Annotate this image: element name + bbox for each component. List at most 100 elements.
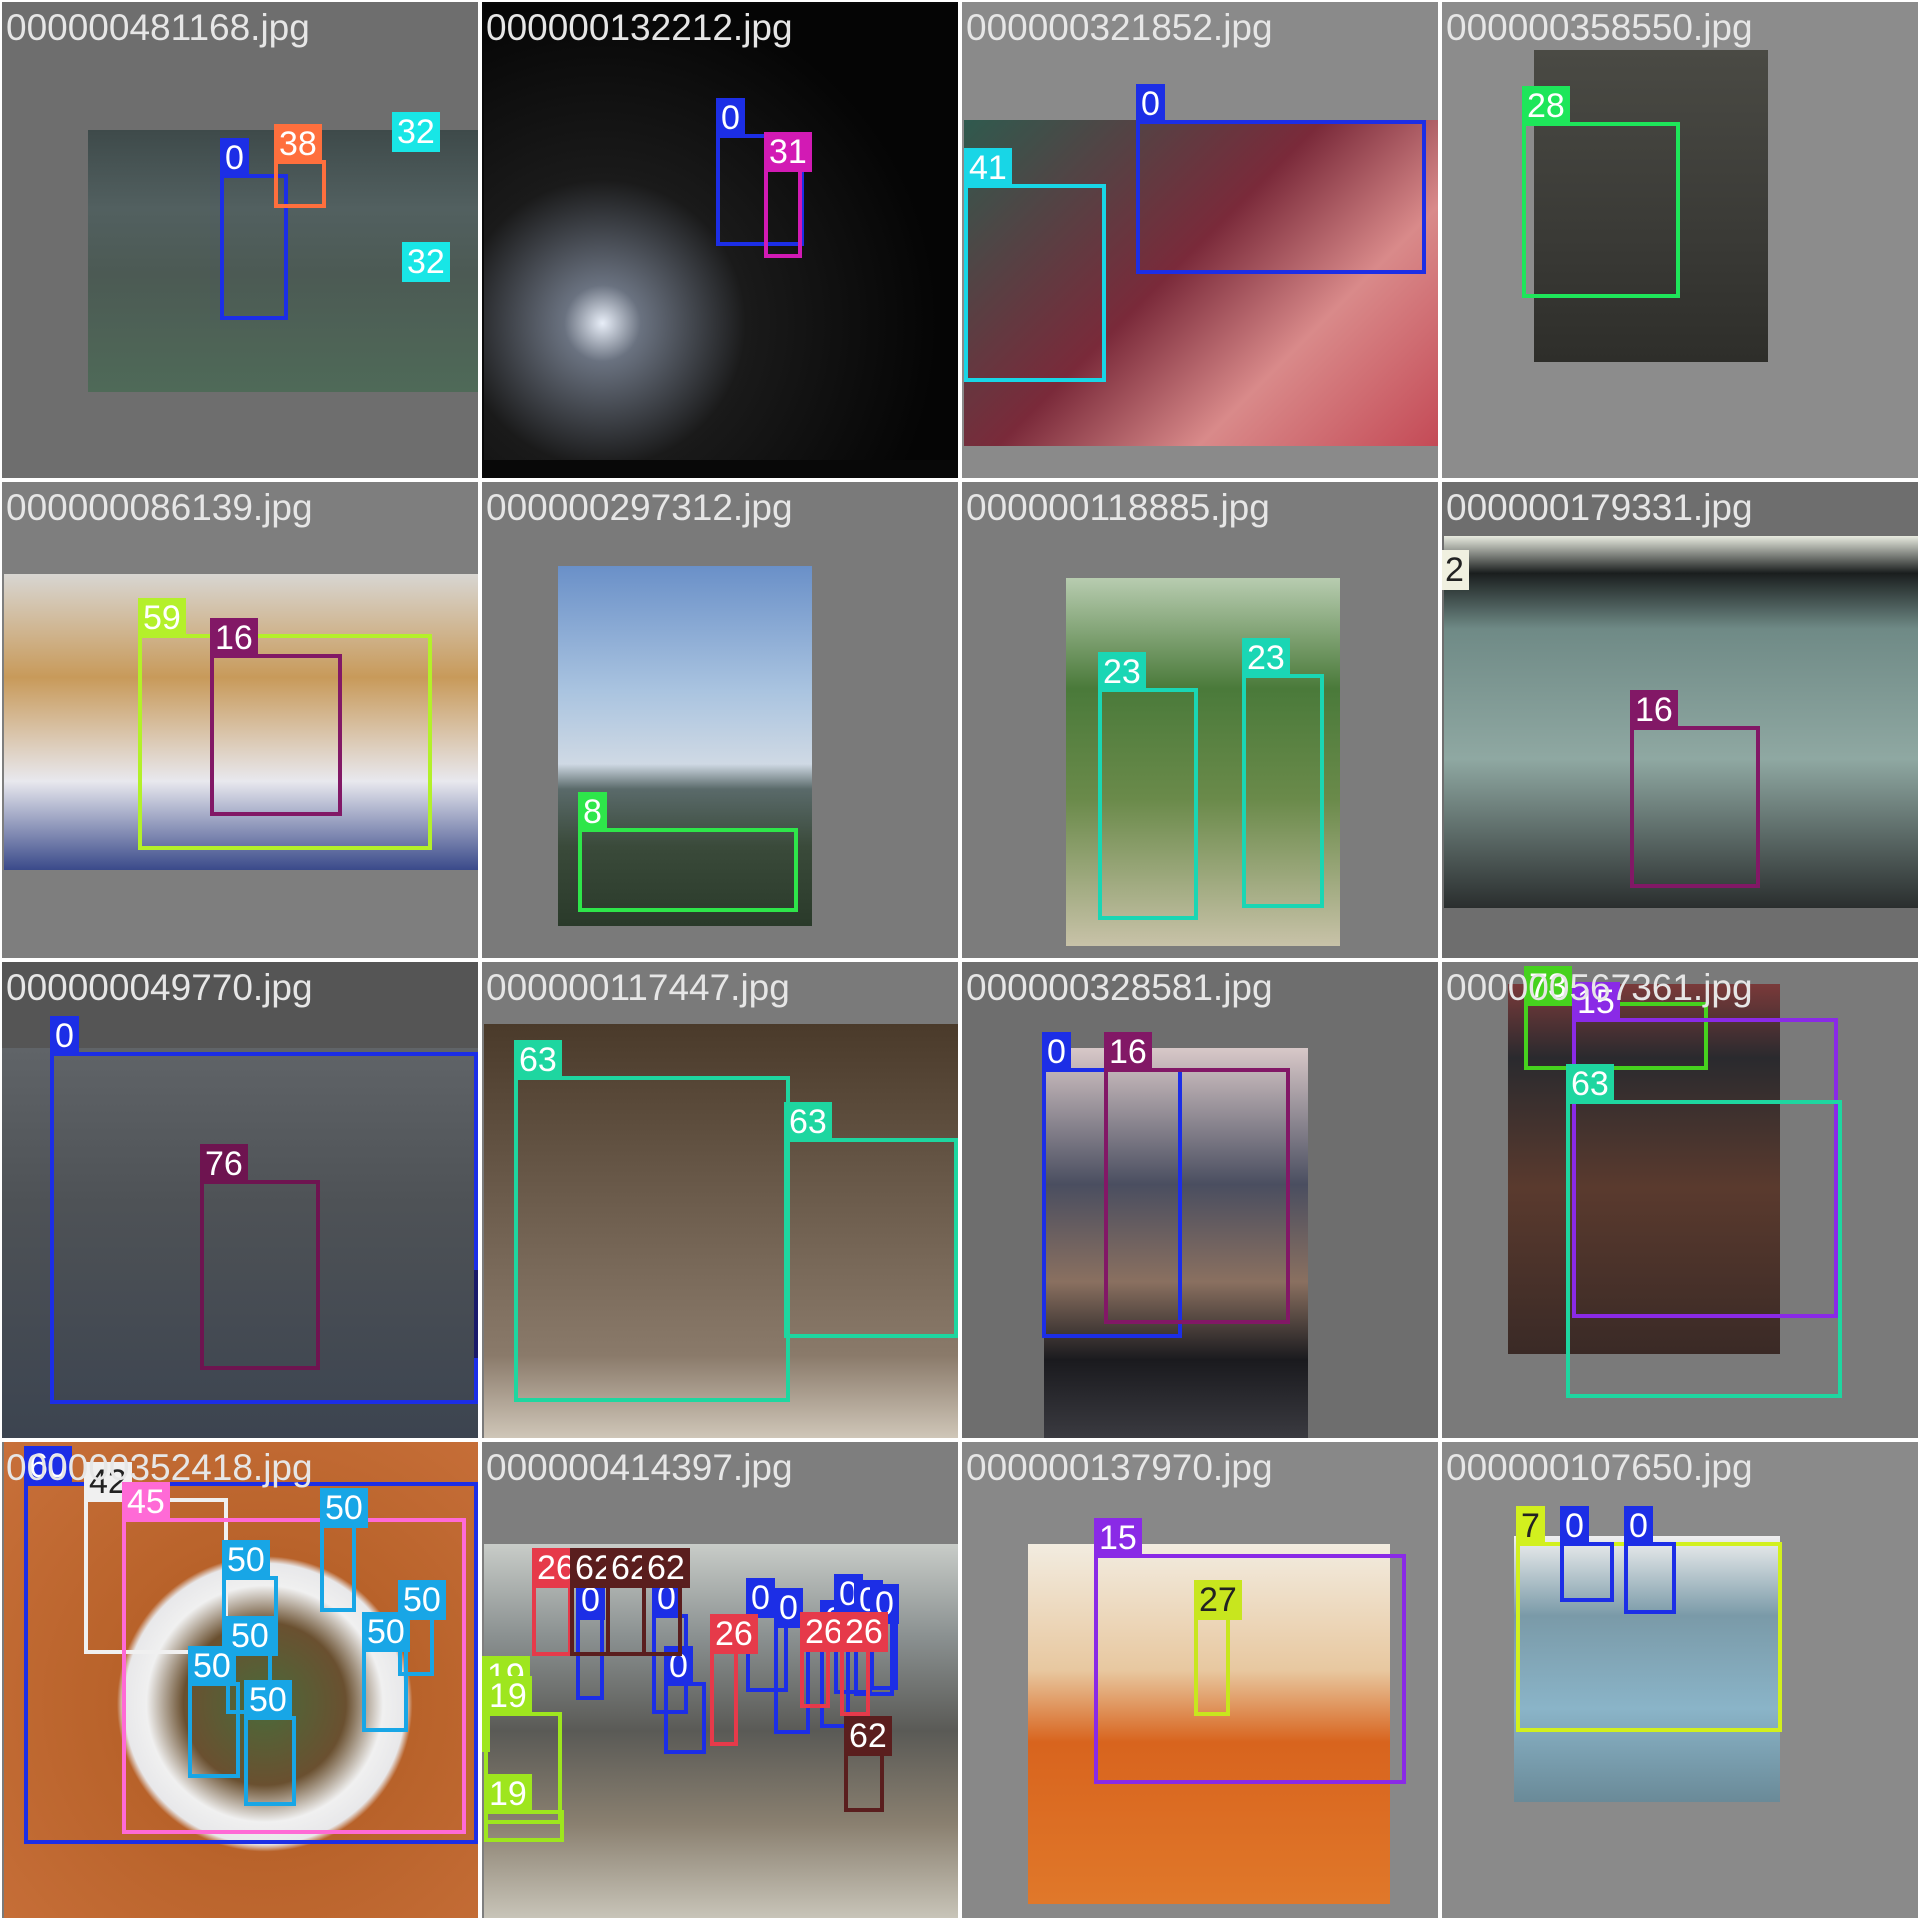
- detection-box: 63: [784, 1102, 958, 1338]
- detection-box: 16: [1630, 690, 1760, 888]
- detection-class-label: 63: [514, 1040, 562, 1080]
- detection-box: 0: [1624, 1506, 1676, 1614]
- tile-filename: 000000481168.jpg: [6, 7, 310, 48]
- detection-box: 64: [474, 1270, 478, 1358]
- mosaic-tile: 000000567361.jpg 73 15 63: [1442, 962, 1918, 1438]
- mosaic-tile: 000000049770.jpg 0 76 64: [2, 962, 478, 1438]
- detection-class-label: 16: [1104, 1032, 1152, 1072]
- detection-box: 0: [1136, 84, 1426, 274]
- detection-class-label: 0: [1042, 1032, 1071, 1072]
- detection-class-label: 16: [1630, 690, 1678, 730]
- detection-class-label: 50: [244, 1680, 292, 1720]
- detection-class-label: 50: [222, 1540, 270, 1580]
- detection-class-label: 50: [320, 1488, 368, 1528]
- detection-class-label: 0: [1136, 84, 1165, 124]
- mosaic-tile: 000000132212.jpg 0 31: [482, 2, 958, 478]
- detection-box: 31: [764, 132, 812, 258]
- mosaic-tile: 000000117447.jpg 63 63: [482, 962, 958, 1438]
- tile-filename: 000000179331.jpg: [1446, 487, 1753, 528]
- tile-filename: 000000049770.jpg: [6, 967, 313, 1008]
- detection-box: 26: [840, 1612, 888, 1716]
- detection-class-label: 31: [764, 132, 812, 172]
- detection-box: 41: [964, 148, 1106, 382]
- tile-filename: 000000117447.jpg: [486, 967, 790, 1008]
- tile-filename: 000000297312.jpg: [486, 487, 793, 528]
- detection-class-label: 2: [1442, 550, 1469, 590]
- detection-box: 50: [244, 1680, 296, 1806]
- tile-filename: 000000567361.jpg: [1446, 967, 1753, 1008]
- detection-class-label: 76: [200, 1144, 248, 1184]
- detection-box: 62: [606, 1548, 654, 1656]
- detection-box: 19: [484, 1774, 564, 1842]
- mosaic-tile: 000000328581.jpg 0 16: [962, 962, 1438, 1438]
- detection-box: 23: [1098, 652, 1198, 920]
- mosaic-tile: 000000481168.jpg 0 38 32 32: [2, 2, 478, 478]
- tile-filename: 000000321852.jpg: [966, 7, 1273, 48]
- detection-box: 23: [1242, 638, 1324, 908]
- mosaic-tile: 000000137970.jpg 15 27: [962, 1442, 1438, 1918]
- tile-filename: 000000118885.jpg: [966, 487, 1270, 528]
- tile-filename: 000000132212.jpg: [486, 7, 793, 48]
- detection-class-label: 63: [784, 1102, 832, 1142]
- detection-class-label: 41: [964, 148, 1012, 188]
- detection-class-label: 50: [188, 1646, 236, 1686]
- detection-class-label: 15: [1094, 1518, 1142, 1558]
- detection-class-label: 19: [484, 1774, 532, 1814]
- detection-class-label: 19: [484, 1676, 532, 1716]
- mosaic-tile: 000000107650.jpg 7 0 0: [1442, 1442, 1918, 1918]
- mosaic-tile: 000000086139.jpg 59 16: [2, 482, 478, 958]
- detection-box: 26: [532, 1548, 580, 1656]
- detection-box: 16: [210, 618, 342, 816]
- detection-class-label: 50: [362, 1612, 410, 1652]
- detection-class-label: 64: [474, 1270, 478, 1310]
- mosaic-tile: 000000297312.jpg 8: [482, 482, 958, 958]
- detection-class-label: 63: [1566, 1064, 1614, 1104]
- detection-box: 62: [642, 1548, 690, 1656]
- detection-class-label: 0: [716, 98, 745, 138]
- tile-filename: 000000137970.jpg: [966, 1447, 1273, 1488]
- mosaic-tile: 000000321852.jpg 0 41: [962, 2, 1438, 478]
- detection-class-label: 0: [1624, 1506, 1653, 1546]
- detection-box: 76: [200, 1144, 320, 1370]
- detection-box: 50: [188, 1646, 240, 1778]
- detection-box: 26: [800, 1612, 848, 1708]
- tile-filename: 000000352418.jpg: [6, 1447, 313, 1488]
- detection-box: 26: [710, 1614, 758, 1746]
- detection-class-label: 23: [1098, 652, 1146, 692]
- detection-class-label: 0: [746, 1578, 775, 1618]
- detection-box: 50: [320, 1488, 368, 1612]
- detection-class-label: 7: [1516, 1506, 1545, 1546]
- detection-box: 27: [1194, 1580, 1242, 1716]
- detection-box: 62: [844, 1716, 892, 1812]
- detection-box: 15: [1094, 1518, 1406, 1784]
- detection-class-label: 28: [1522, 86, 1570, 126]
- detection-class-label: 0: [220, 138, 249, 178]
- mosaic-grid: 000000481168.jpg 0 38 32 32 000000132212.jpg 0…: [0, 0, 1920, 1920]
- detection-box: 63: [1566, 1064, 1842, 1398]
- detection-class-label: 62: [844, 1716, 892, 1756]
- tile-filename: 000000358550.jpg: [1446, 7, 1753, 48]
- detection-box: 16: [1104, 1032, 1290, 1324]
- detection-class-label: 16: [210, 618, 258, 658]
- detection-box: 38: [274, 124, 326, 208]
- mosaic-tile: 000000352418.jpg 60 42 45 50 50 50 50 50 50 50: [2, 1442, 478, 1918]
- mosaic-tile: 000000358550.jpg 28: [1442, 2, 1918, 478]
- detection-box: 62: [570, 1548, 618, 1656]
- detection-class-label: 0: [1560, 1506, 1589, 1546]
- detection-class-label: 0: [774, 1588, 803, 1628]
- detection-class-label: 26: [710, 1614, 758, 1654]
- detection-box: 8: [578, 792, 798, 912]
- tile-filename: 000000107650.jpg: [1446, 1447, 1753, 1488]
- detection-class-label: 59: [138, 598, 186, 638]
- detection-class-label: 0: [50, 1016, 79, 1056]
- mosaic-tile: 000000179331.jpg 2 16: [1442, 482, 1918, 958]
- detection-class-label: 26: [840, 1612, 888, 1652]
- detection-box: 0: [1560, 1506, 1614, 1602]
- detection-class-label: 27: [1194, 1580, 1242, 1620]
- detection-class-label: 32: [402, 242, 450, 282]
- detection-class-label: 38: [274, 124, 322, 164]
- tile-filename: 000000414397.jpg: [486, 1447, 793, 1488]
- tile-filename: 000000328581.jpg: [966, 967, 1273, 1008]
- detection-class-label: 8: [578, 792, 607, 832]
- tile-filename: 000000086139.jpg: [6, 487, 313, 528]
